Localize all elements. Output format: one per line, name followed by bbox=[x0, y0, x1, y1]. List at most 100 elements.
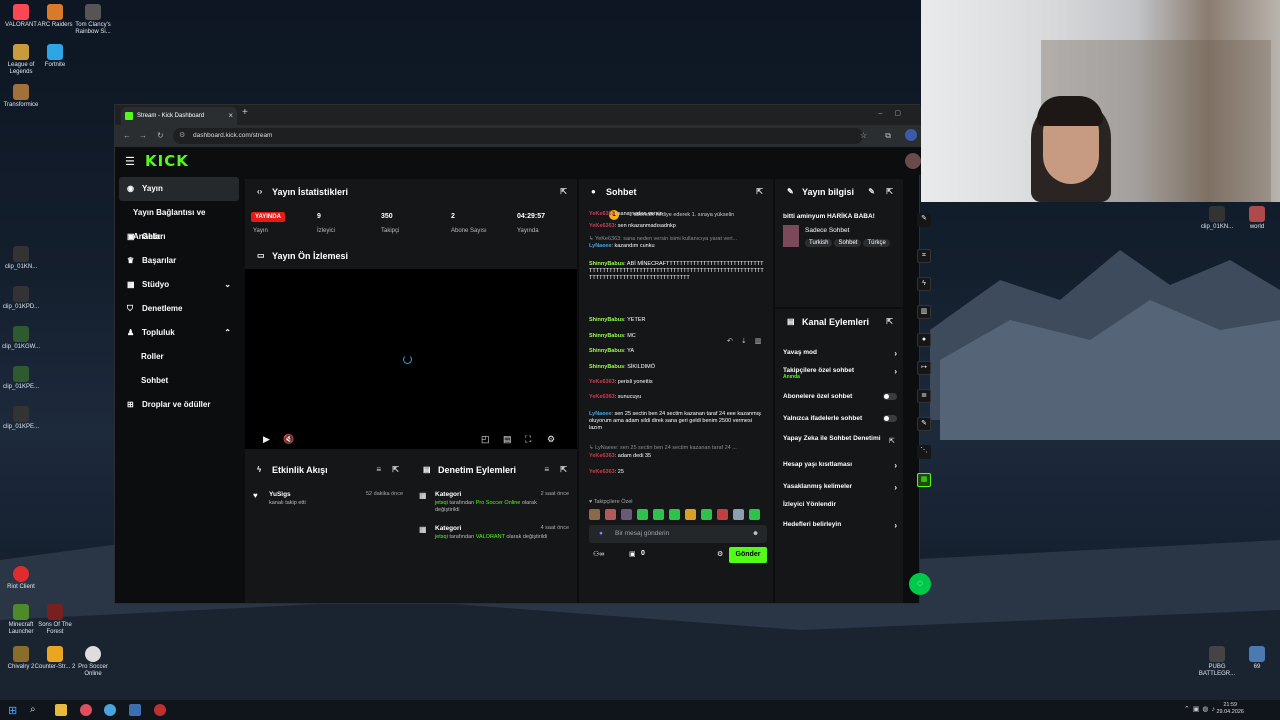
subscribers-only-toggle[interactable] bbox=[883, 393, 897, 400]
action-raid[interactable]: İzleyici Yönlendir bbox=[783, 501, 897, 515]
emote-icon[interactable] bbox=[685, 509, 696, 520]
chat-input[interactable]: ● Bir mesaj gönderin ☻ bbox=[589, 525, 767, 543]
send-button[interactable]: Gönder bbox=[729, 547, 767, 563]
desktop-icon-rainbow-six[interactable]: Tom Clancy's Rainbow Si... bbox=[72, 4, 114, 36]
desktop-icon-counter-strike[interactable]: Counter-Str... 2 bbox=[34, 646, 76, 671]
sidebar-item-stream-key[interactable]: Yayın Bağlantısı ve Anahtarı bbox=[119, 201, 239, 241]
popout-icon[interactable]: ⇱ bbox=[560, 457, 567, 483]
emote-icon[interactable] bbox=[653, 509, 664, 520]
window-controls[interactable]: –▢ bbox=[878, 109, 913, 117]
new-tab-icon[interactable]: + bbox=[242, 107, 248, 118]
chat-message[interactable]: ↳ LyNaeee: sen 25 sectin ben 24 sectim k… bbox=[589, 445, 765, 452]
chat-username[interactable]: YeKe6363 bbox=[589, 223, 615, 229]
filter-icon[interactable]: ≡ bbox=[376, 457, 381, 483]
delete-icon[interactable]: ▥ bbox=[755, 338, 770, 345]
sidebar-item-sohbet[interactable]: Sohbet bbox=[119, 369, 239, 393]
chat-message[interactable]: LyNaeee: sen 25 sectin ben 24 sectim kaz… bbox=[589, 411, 765, 432]
users-icon[interactable]: ⚇∞ bbox=[593, 550, 604, 558]
menu-hamburger-icon[interactable]: ☰ bbox=[125, 155, 135, 168]
desktop-icon-clip-1[interactable]: clip_01KN... bbox=[0, 246, 42, 271]
popout-icon[interactable]: ⇱ bbox=[392, 457, 399, 483]
desktop-icon-clip-4[interactable]: clip_01KPE... bbox=[0, 366, 42, 391]
kick-logo[interactable]: KICK bbox=[145, 152, 189, 170]
opera-icon[interactable] bbox=[80, 704, 92, 716]
emote-icon[interactable] bbox=[669, 509, 680, 520]
chat-username[interactable]: ShinnyBabus bbox=[589, 333, 624, 339]
forward-icon[interactable]: → bbox=[139, 131, 147, 140]
close-tab-icon[interactable]: × bbox=[228, 107, 233, 125]
support-chat-icon[interactable]: ◌ bbox=[909, 573, 931, 595]
sidebar-item-droplar[interactable]: ⊞ Droplar ve ödüller bbox=[119, 393, 239, 417]
app-icon[interactable] bbox=[154, 704, 166, 716]
action-account-age[interactable]: Hesap yaşı kısıtlaması › bbox=[783, 461, 897, 475]
mic-icon[interactable]: ● bbox=[599, 525, 603, 543]
action-ai-moderation[interactable]: Yapay Zeka ile Sohbet Denetimi bbox=[783, 435, 883, 453]
chat-username[interactable]: LyNaeee bbox=[589, 411, 611, 417]
emote-only-toggle[interactable] bbox=[883, 415, 897, 422]
video-preview[interactable]: ▶ 🔇 ◰ ▤ ⛶ ⚙ bbox=[245, 269, 577, 449]
desktop-icon-transformice[interactable]: Transformice bbox=[0, 84, 42, 109]
emote-icon[interactable] bbox=[605, 509, 616, 520]
edit-icon[interactable]: ✎ bbox=[868, 179, 875, 205]
desktop-icon-clip-5[interactable]: clip_01KPE... bbox=[0, 406, 42, 431]
extensions-icon[interactable]: ⧉ bbox=[885, 131, 891, 141]
chat-username[interactable]: YeKe6363 bbox=[589, 379, 615, 385]
mute-icon[interactable]: 🔇 bbox=[283, 434, 294, 445]
bookmark-star-icon[interactable]: ☆ bbox=[860, 131, 867, 140]
emoji-icon[interactable]: ☻ bbox=[752, 525, 759, 543]
chat-message[interactable]: ShinnyBabus: YETER bbox=[589, 317, 765, 324]
popout-icon[interactable]: ⇱ bbox=[560, 179, 567, 205]
popout-icon[interactable]: ⇱ bbox=[756, 179, 763, 205]
desktop-icon-pubg[interactable]: PUBG BATTLEGR... bbox=[1196, 646, 1238, 678]
sidebar-item-roller[interactable]: Roller bbox=[119, 345, 239, 369]
desktop-icon-fortnite[interactable]: Fortnite bbox=[34, 44, 76, 69]
pin-icon[interactable]: ⇣ bbox=[741, 338, 755, 345]
back-icon[interactable]: ← bbox=[123, 131, 131, 140]
emote-icon[interactable] bbox=[621, 509, 632, 520]
action-goals[interactable]: Hedefleri belirleyin › bbox=[783, 521, 897, 535]
popout-icon[interactable]: ⇱ bbox=[886, 309, 893, 335]
sidebar-item-gelir[interactable]: ▣ Gelir bbox=[119, 225, 239, 249]
chrome-icon[interactable] bbox=[104, 704, 116, 716]
emote-icon[interactable] bbox=[733, 509, 744, 520]
share-icon[interactable]: ⋱ bbox=[917, 445, 931, 459]
chat-username[interactable]: ShinnyBabus bbox=[589, 348, 624, 354]
file-explorer-icon[interactable] bbox=[55, 704, 67, 716]
chat-message[interactable]: LyNaeee: kazandım cunku bbox=[589, 243, 765, 250]
stats-chart-icon[interactable]: ▦ bbox=[917, 473, 931, 487]
external-link-icon[interactable]: ⇱ bbox=[889, 437, 895, 445]
chat-message[interactable]: YeKe6363: adam dedi 35 bbox=[589, 453, 765, 460]
chat-settings-icon[interactable]: ⚙ bbox=[717, 550, 723, 558]
chat-username[interactable]: ShinnyBabus bbox=[589, 364, 624, 370]
chat-message[interactable]: YeKe6363: 25 bbox=[589, 469, 765, 476]
chat-message[interactable]: YeKe6363: sana neden versin bbox=[589, 211, 765, 218]
chat-username[interactable]: LyNaeee bbox=[589, 243, 611, 249]
emote-icon[interactable] bbox=[701, 509, 712, 520]
edit-pencil-icon[interactable]: ✎ bbox=[917, 213, 931, 227]
filter-icon[interactable]: ≡ bbox=[544, 457, 549, 483]
reply-icon[interactable]: ↶ bbox=[727, 338, 741, 345]
raid-icon[interactable]: ↦ bbox=[917, 361, 931, 375]
settings-gear-icon[interactable]: ⚙ bbox=[547, 434, 555, 445]
emote-icon[interactable] bbox=[717, 509, 728, 520]
action-banned-words[interactable]: Yasaklanmış kelimeler › bbox=[783, 483, 897, 497]
emote-icon[interactable] bbox=[589, 509, 600, 520]
action-followers-only[interactable]: Takipçilere özel sohbet Anında › bbox=[783, 367, 897, 381]
desktop-icon-riot-client[interactable]: Riot Client bbox=[0, 566, 42, 591]
pip-icon[interactable]: ◰ bbox=[481, 434, 490, 445]
chat-username[interactable]: YeKe6363 bbox=[589, 453, 615, 459]
desktop-icon-pro-soccer[interactable]: Pro Soccer Online bbox=[72, 646, 114, 678]
chat-username[interactable]: YeKe6363 bbox=[589, 394, 615, 400]
chat-username[interactable]: YeKe6363 bbox=[589, 211, 615, 217]
fullscreen-icon[interactable]: ⛶ bbox=[525, 434, 531, 445]
chat-message[interactable]: YeKe6363: perisli yonettis bbox=[589, 379, 765, 386]
sidebar-item-denetleme[interactable]: ⛉ Denetleme bbox=[119, 297, 239, 321]
popout-icon[interactable]: ⇱ bbox=[886, 179, 893, 205]
desktop-icon-clip-2[interactable]: clip_01KPD... bbox=[0, 286, 42, 311]
browser-tab[interactable]: Stream - Kick Dashboard × bbox=[121, 107, 237, 125]
desktop-icon-69[interactable]: 69 bbox=[1236, 646, 1278, 671]
sidebar-item-yayin[interactable]: ◉ Yayın bbox=[119, 177, 239, 201]
emote-icon[interactable] bbox=[749, 509, 760, 520]
sidebar-item-topluluk[interactable]: ♟ Topluluk ⌃ bbox=[119, 321, 239, 345]
desktop-icon-clip-3[interactable]: clip_01KGW... bbox=[0, 326, 42, 351]
